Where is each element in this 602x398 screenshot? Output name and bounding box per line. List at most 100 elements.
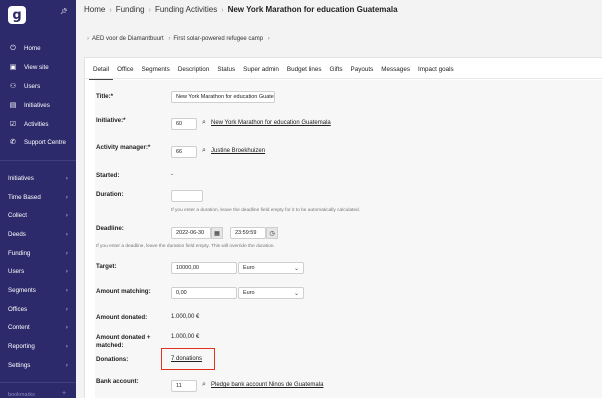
title-value: New York Marathon for education Guate xyxy=(176,94,274,100)
chevron-right-icon: › xyxy=(65,249,68,257)
target-currency-value: Euro xyxy=(243,265,255,271)
deadline-label: Deadline: xyxy=(96,225,124,232)
initiative-id-input[interactable]: 60 xyxy=(171,118,197,130)
view-site-icon: ▣ xyxy=(9,63,17,71)
amount-donated-label: Amount donated: xyxy=(96,314,148,321)
support-icon: ✆ xyxy=(10,138,16,146)
chevron-right-icon: › xyxy=(221,7,224,14)
sidebar-item-label: Support Centre xyxy=(24,138,66,146)
activity-manager-link[interactable]: Justine Broekhuizen xyxy=(211,148,265,154)
search-icon[interactable]: ⌕ xyxy=(202,146,206,155)
sidebar-item-view-site[interactable]: ▣ View site xyxy=(0,60,76,74)
sidebar-item-label: Home xyxy=(24,44,41,52)
deadline-date-value: 2022-06-30 xyxy=(176,230,205,236)
clock-icon[interactable]: ◷ xyxy=(266,227,278,239)
related-link-aed[interactable]: AED voor de Diamantbuurt xyxy=(92,36,164,42)
target-currency-select[interactable]: Euro ⌄ xyxy=(238,262,304,274)
activity-manager-label: Activity manager:* xyxy=(96,144,151,151)
amount-donated-matched-label-line1: Amount donated + xyxy=(96,334,151,341)
menu-label: Deeds xyxy=(8,230,26,238)
menu-item-initiatives[interactable]: Initiatives › xyxy=(0,171,76,185)
chevron-right-icon: › xyxy=(65,267,68,275)
menu-label: Initiatives xyxy=(8,174,34,182)
menu-item-collect[interactable]: Collect › xyxy=(0,208,76,222)
sidebar-divider xyxy=(0,160,76,161)
add-bookmark-icon[interactable]: + xyxy=(62,390,66,397)
sidebar-item-label: Activities xyxy=(24,120,49,128)
bank-account-id-input[interactable]: 11 xyxy=(171,380,197,392)
deadline-date-input[interactable]: 2022-06-30 xyxy=(171,227,211,239)
activity-manager-id-value: 66 xyxy=(176,149,183,155)
chevron-right-icon: › xyxy=(65,286,68,294)
search-icon[interactable]: ⌕ xyxy=(202,380,206,389)
chevron-down-icon: ⌄ xyxy=(293,264,299,272)
power-icon: ⏻ xyxy=(10,43,16,52)
bank-account-link[interactable]: Pledge bank account Ninos de Guatemala xyxy=(211,382,323,388)
menu-item-deeds[interactable]: Deeds › xyxy=(0,227,76,241)
chevron-right-icon: › xyxy=(109,7,112,14)
breadcrumb-home[interactable]: Home xyxy=(84,5,105,14)
sidebar-item-label: Initiatives xyxy=(24,101,50,109)
breadcrumb-funding[interactable]: Funding xyxy=(116,5,145,14)
menu-item-time-based[interactable]: Time Based › xyxy=(0,190,76,204)
menu-label: Users xyxy=(8,267,25,275)
target-amount-input[interactable]: 10000,00 xyxy=(171,262,237,274)
amount-matching-currency-select[interactable]: Euro ⌄ xyxy=(238,287,304,299)
menu-item-content[interactable]: Content › xyxy=(0,320,76,334)
amount-matching-input[interactable]: 0,00 xyxy=(171,287,237,299)
menu-label: Offices xyxy=(8,305,28,313)
menu-label: Content xyxy=(8,323,30,331)
menu-item-settings[interactable]: Settings › xyxy=(0,358,76,372)
pin-icon[interactable]: 📌︎ xyxy=(60,8,68,15)
donations-highlight-box xyxy=(161,348,215,370)
sidebar-item-initiatives[interactable]: ▤ Initiatives xyxy=(0,98,76,112)
menu-item-reporting[interactable]: Reporting › xyxy=(0,339,76,353)
deadline-time-value: 23:59:59 xyxy=(235,230,257,236)
sidebar-item-home[interactable]: ⏻ Home xyxy=(0,41,76,55)
sidebar-item-label: View site xyxy=(24,63,49,71)
chevron-right-icon: › xyxy=(87,36,89,42)
duration-input[interactable] xyxy=(171,190,203,202)
chevron-right-icon: › xyxy=(65,361,68,369)
sidebar-divider xyxy=(0,382,76,383)
activities-icon: ☑ xyxy=(9,120,17,128)
menu-label: Reporting xyxy=(8,342,35,350)
donations-label: Donations: xyxy=(96,356,129,363)
related-link-solar[interactable]: First solar-powered refugee camp xyxy=(173,36,263,42)
breadcrumb: Home › Funding › Funding Activities › New York… xyxy=(84,5,398,14)
deadline-time-input[interactable]: 23:59:59 xyxy=(230,227,266,239)
sidebar-item-activities[interactable]: ☑ Activities xyxy=(0,117,76,131)
amount-matching-currency-value: Euro xyxy=(243,290,255,296)
menu-item-funding[interactable]: Funding › xyxy=(0,246,76,260)
menu-item-segments[interactable]: Segments › xyxy=(0,283,76,297)
amount-donated-value: 1.000,00 € xyxy=(171,314,200,320)
title-label: Title:* xyxy=(96,93,114,100)
chevron-right-icon: › xyxy=(267,36,270,42)
menu-item-offices[interactable]: Offices › xyxy=(0,302,76,316)
bookmarks-label: bookmarks xyxy=(8,392,35,398)
chevron-right-icon: › xyxy=(65,323,68,331)
duration-label: Duration: xyxy=(96,191,124,198)
target-amount-value: 10000,00 xyxy=(176,265,199,271)
chevron-right-icon: › xyxy=(65,305,68,313)
chevron-right-icon: › xyxy=(65,193,68,201)
target-label: Target: xyxy=(96,263,117,270)
chevron-right-icon: › xyxy=(168,36,171,42)
sidebar-item-support-centre[interactable]: ✆ Support Centre xyxy=(0,135,76,149)
calendar-icon[interactable]: ▦ xyxy=(211,227,223,239)
deadline-help: If you enter a deadline, leave the durat… xyxy=(96,244,275,249)
initiative-label: Initiative:* xyxy=(96,117,126,124)
title-input[interactable]: New York Marathon for education Guate xyxy=(171,91,275,103)
sidebar-item-users[interactable]: ⚇ Users xyxy=(0,79,76,93)
logo[interactable]: g xyxy=(8,6,26,24)
chevron-down-icon: ⌄ xyxy=(293,289,299,297)
breadcrumb-funding-activities[interactable]: Funding Activities xyxy=(155,5,217,14)
initiative-link[interactable]: New York Marathon for education Guatemal… xyxy=(211,120,331,126)
chevron-right-icon: › xyxy=(65,230,68,238)
initiative-id-value: 60 xyxy=(176,121,183,127)
menu-item-users[interactable]: Users › xyxy=(0,264,76,278)
search-icon[interactable]: ⌕ xyxy=(202,118,206,127)
chevron-right-icon: › xyxy=(65,211,68,219)
activity-manager-id-input[interactable]: 66 xyxy=(171,146,197,158)
tabs-divider xyxy=(85,78,602,79)
